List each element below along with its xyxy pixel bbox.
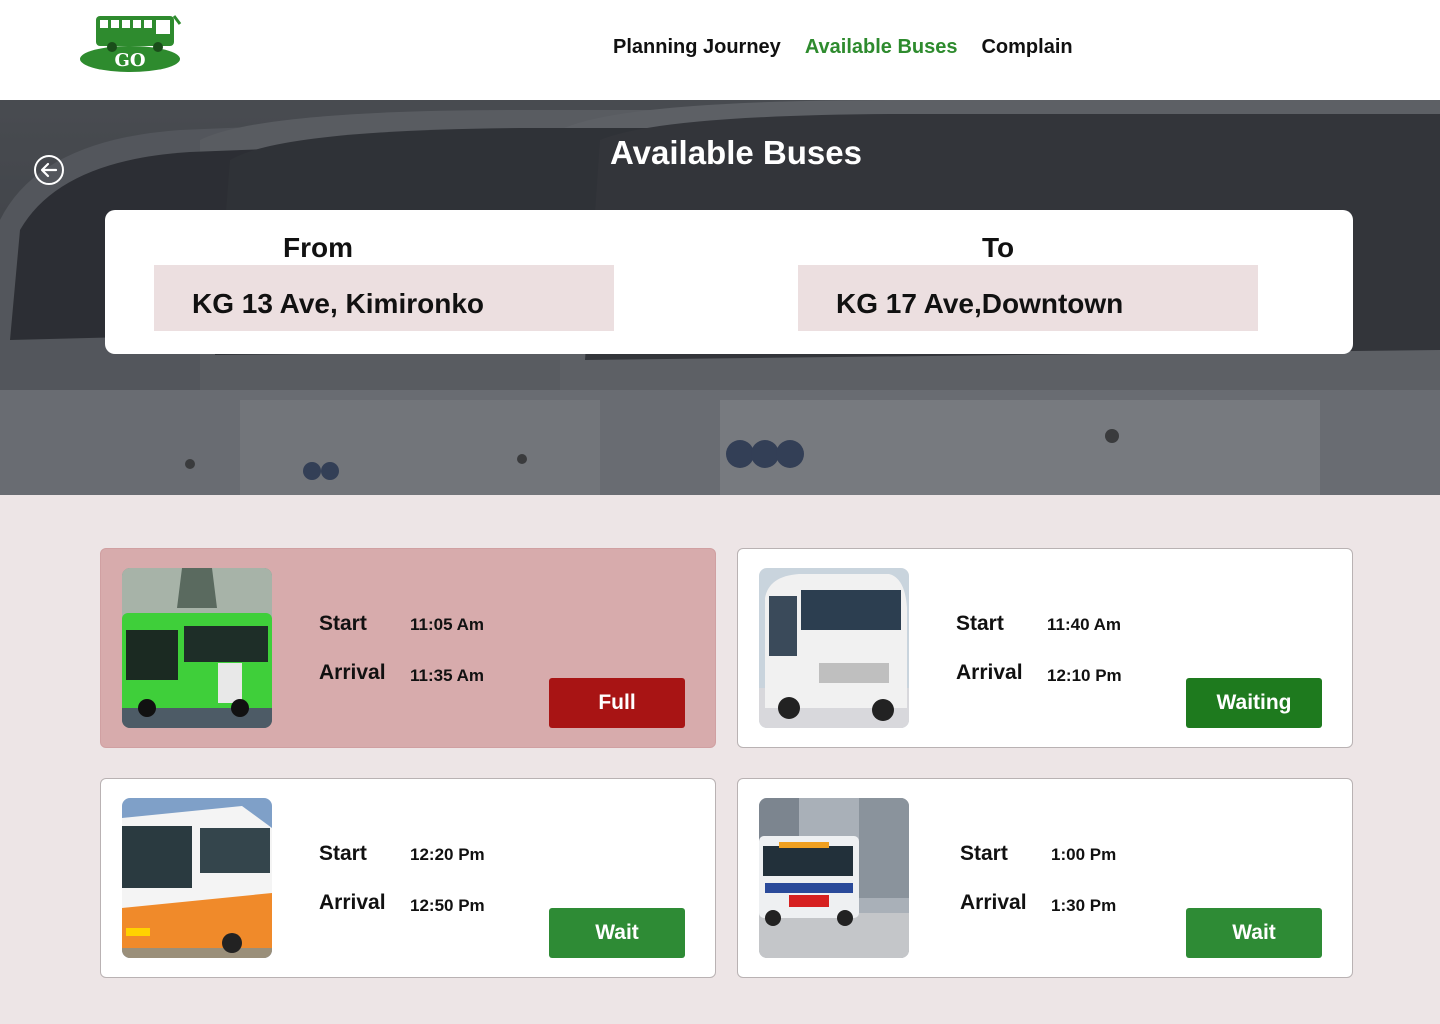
bus-photo — [759, 568, 909, 728]
bus-card[interactable]: Start 1:00 Pm Arrival 1:30 Pm Wait — [737, 778, 1353, 978]
arrival-time: 1:30 Pm — [1051, 896, 1117, 915]
arrival-time: 12:50 Pm — [410, 896, 485, 915]
arrival-time: 11:35 Am — [410, 666, 485, 685]
arrival-label: Arrival — [319, 891, 386, 914]
start-label: Start — [319, 842, 367, 865]
waiting-status-button[interactable]: Waiting — [1186, 678, 1322, 728]
full-status-button[interactable]: Full — [549, 678, 685, 728]
arrival-time: 12:10 Pm — [1047, 666, 1122, 685]
bus-photo — [122, 798, 272, 958]
start-time: 12:20 Pm — [410, 845, 485, 864]
bus-card[interactable]: Start 12:20 Pm Arrival 12:50 Pm Wait — [100, 778, 716, 978]
start-label: Start — [319, 612, 367, 635]
page-title: Available Buses — [610, 134, 862, 171]
start-time: 11:05 Am — [410, 615, 485, 634]
nav-planning-journey[interactable]: Planning Journey — [613, 36, 781, 59]
arrival-label: Arrival — [960, 891, 1027, 914]
from-field[interactable]: KG 13 Ave, Kimironko — [154, 265, 614, 331]
top-header: GO Planning Journey Available Buses Comp… — [0, 0, 1440, 100]
bus-logo[interactable]: GO — [78, 10, 182, 74]
bus-card[interactable]: Start 11:05 Am Arrival 11:35 Am Full — [100, 548, 716, 748]
start-time: 1:00 Pm — [1051, 845, 1117, 864]
svg-text:GO: GO — [114, 50, 145, 71]
from-label: From — [283, 232, 353, 263]
start-label: Start — [960, 842, 1008, 865]
arrival-label: Arrival — [319, 661, 386, 684]
nav-complain[interactable]: Complain — [981, 36, 1072, 59]
route-card: From KG 13 Ave, Kimironko To KG 17 Ave,D… — [105, 210, 1353, 354]
main-nav: Planning Journey Available Buses Complai… — [613, 36, 1073, 59]
wait-status-button[interactable]: Wait — [549, 908, 685, 958]
start-time: 11:40 Am — [1047, 615, 1122, 634]
bus-card[interactable]: Start 11:40 Am Arrival 12:10 Pm Waiting — [737, 548, 1353, 748]
bus-photo — [122, 568, 272, 728]
start-label: Start — [956, 612, 1004, 635]
bus-photo — [759, 798, 909, 958]
arrival-label: Arrival — [956, 661, 1023, 684]
to-field[interactable]: KG 17 Ave,Downtown — [798, 265, 1258, 331]
to-label: To — [982, 232, 1015, 263]
wait-status-button[interactable]: Wait — [1186, 908, 1322, 958]
nav-available-buses[interactable]: Available Buses — [805, 36, 958, 59]
hero-banner: Available Buses From KG 13 Ave, Kimironk… — [0, 100, 1440, 495]
